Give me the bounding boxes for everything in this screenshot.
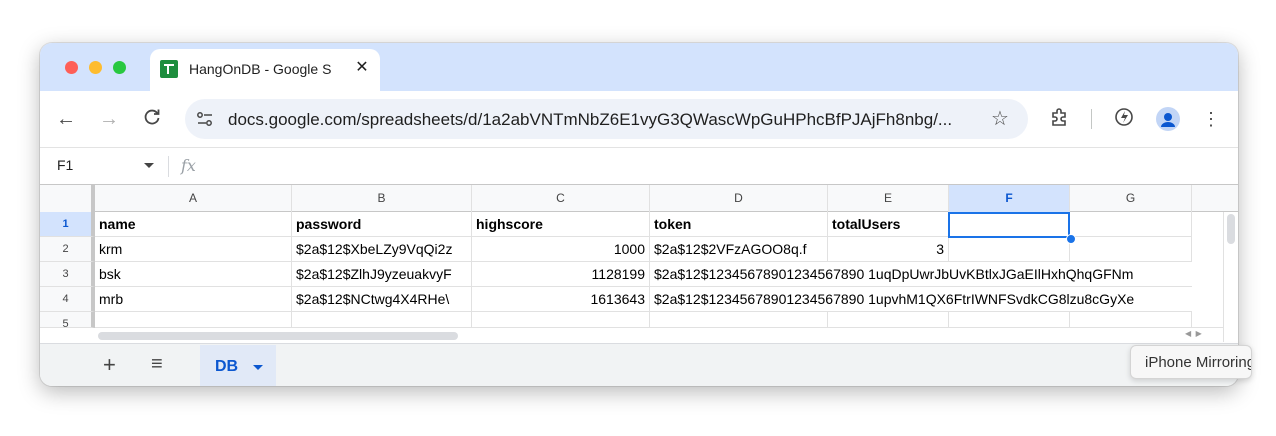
cell-a4[interactable]: mrb (95, 287, 292, 312)
cell-g5[interactable] (1070, 312, 1192, 328)
tab-strip: HangOnDB - Google S ✕ (40, 43, 1238, 91)
column-header-d[interactable]: D (650, 185, 828, 212)
cell-g2[interactable] (1070, 237, 1192, 262)
cell-b4[interactable]: $2a$12$NCtwg4X4RHe\ (292, 287, 472, 312)
cell-d4[interactable]: $2a$12$12345678901234567890 1upvhM1QX6Ft… (650, 287, 1192, 312)
scroll-right-icon[interactable]: ▶ (1196, 329, 1202, 338)
formula-bar-separator (168, 156, 169, 177)
browser-window: HangOnDB - Google S ✕ ← → docs.google.co… (40, 43, 1238, 386)
horizontal-scroll-thumb[interactable] (98, 332, 458, 340)
row-header-2[interactable]: 2 (40, 237, 95, 262)
cell-c1[interactable]: highscore (472, 212, 650, 237)
cell-c5[interactable] (472, 312, 650, 328)
bookmark-star-icon[interactable]: ☆ (988, 107, 1012, 131)
cell-d2[interactable]: $2a$12$2VFzAGOO8q.f (650, 237, 828, 262)
row-header-5[interactable]: 5 (40, 312, 95, 330)
cell-f5[interactable] (949, 312, 1070, 328)
back-button[interactable]: ← (54, 107, 78, 131)
close-window-button[interactable] (65, 61, 78, 74)
formula-bar: F1 fx (40, 147, 1238, 185)
spreadsheet-grid[interactable]: A B C D E F G 1 2 3 4 5 name password hi… (40, 184, 1238, 343)
cell-c2[interactable]: 1000 (472, 237, 650, 262)
column-header-g[interactable]: G (1070, 185, 1192, 212)
column-header-b[interactable]: B (292, 185, 472, 212)
fill-handle[interactable] (1066, 234, 1076, 244)
cell-c3[interactable]: 1128199 (472, 262, 650, 287)
name-box-dropdown-icon[interactable] (144, 163, 154, 168)
cell-e1[interactable]: totalUsers (828, 212, 949, 237)
vertical-scrollbar[interactable] (1223, 212, 1238, 342)
tab-title: HangOnDB - Google S (189, 61, 332, 77)
cell-b5[interactable] (292, 312, 472, 328)
selected-cell-outline (948, 212, 1070, 238)
add-sheet-button[interactable]: + (103, 354, 116, 376)
column-header-c[interactable]: C (472, 185, 650, 212)
column-header-e[interactable]: E (828, 185, 949, 212)
zoom-window-button[interactable] (113, 61, 126, 74)
scroll-arrows[interactable]: ◀ ▶ (1185, 329, 1225, 341)
cell-g1[interactable] (1070, 212, 1192, 237)
cell-b2[interactable]: $2a$12$XbeLZy9VqQi2z (292, 237, 472, 262)
row-header-4[interactable]: 4 (40, 287, 95, 312)
reload-button[interactable] (140, 107, 164, 131)
tooltip-text: iPhone Mirroring (1145, 354, 1252, 371)
profile-avatar[interactable] (1156, 107, 1180, 131)
minimize-window-button[interactable] (89, 61, 102, 74)
fx-icon: fx (181, 156, 196, 175)
iphone-mirroring-tooltip: iPhone Mirroring (1130, 345, 1252, 379)
row-header-3[interactable]: 3 (40, 262, 95, 287)
cell-a3[interactable]: bsk (95, 262, 292, 287)
sheet-tab-bar: + ≡ DB (40, 343, 1238, 386)
cell-d1[interactable]: token (650, 212, 828, 237)
sheet-tab-label: DB (215, 358, 239, 375)
more-menu-icon[interactable]: ⋮ (1198, 106, 1224, 132)
select-all-corner[interactable] (40, 185, 95, 212)
cell-b3[interactable]: $2a$12$ZlhJ9yzeuakvyF (292, 262, 472, 287)
cell-d5[interactable] (650, 312, 828, 328)
row-header-1[interactable]: 1 (40, 212, 95, 237)
browser-toolbar: ← → docs.google.com/spreadsheets/d/1a2ab… (40, 91, 1238, 147)
column-header-f[interactable]: F (949, 185, 1070, 212)
sheet-tab-menu-icon[interactable] (253, 365, 263, 370)
address-bar[interactable]: docs.google.com/spreadsheets/d/1a2abVNTm… (185, 99, 1028, 139)
forward-button[interactable]: → (97, 107, 121, 131)
horizontal-scrollbar[interactable] (95, 327, 1223, 342)
column-header-row: A B C D E F G (40, 184, 1238, 212)
performance-icon[interactable] (1111, 106, 1137, 132)
cell-b1[interactable]: password (292, 212, 472, 237)
toolbar-separator (1091, 109, 1092, 129)
extensions-icon[interactable] (1047, 106, 1073, 132)
cell-c4[interactable]: 1613643 (472, 287, 650, 312)
close-tab-icon[interactable]: ✕ (352, 58, 372, 78)
cell-d3[interactable]: $2a$12$12345678901234567890 1uqDpUwrJbUv… (650, 262, 1192, 287)
site-info-icon[interactable] (195, 109, 215, 129)
cell-e5[interactable] (828, 312, 949, 328)
name-box[interactable]: F1 (57, 157, 73, 173)
cell-f2[interactable] (949, 237, 1070, 262)
cell-a1[interactable]: name (95, 212, 292, 237)
cell-a2[interactable]: krm (95, 237, 292, 262)
all-sheets-button[interactable]: ≡ (151, 353, 163, 375)
sheets-favicon-icon (160, 60, 178, 78)
column-header-a[interactable]: A (95, 185, 292, 212)
sheet-tab-db[interactable]: DB (200, 345, 276, 386)
cell-a5[interactable] (95, 312, 292, 328)
browser-tab[interactable]: HangOnDB - Google S ✕ (150, 49, 380, 91)
reload-icon (144, 109, 160, 125)
url-text: docs.google.com/spreadsheets/d/1a2abVNTm… (228, 110, 953, 129)
cell-e2[interactable]: 3 (828, 237, 949, 262)
vertical-scroll-thumb[interactable] (1227, 214, 1235, 244)
scroll-left-icon[interactable]: ◀ (1185, 329, 1191, 338)
